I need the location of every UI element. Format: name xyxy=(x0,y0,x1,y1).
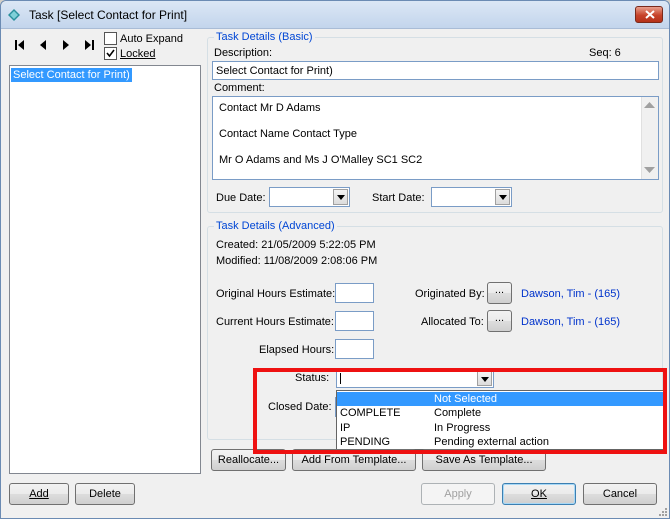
tree-item-selected[interactable]: Select Contact for Print) xyxy=(11,68,132,82)
description-input[interactable]: Select Contact for Print) xyxy=(212,61,659,80)
task-tree[interactable]: Select Contact for Print) xyxy=(9,65,201,474)
chevron-down-icon xyxy=(481,377,489,382)
elapsed-hours-input[interactable] xyxy=(335,339,374,359)
option-desc: Pending external action xyxy=(434,436,549,448)
resize-grip-icon[interactable] xyxy=(657,506,667,516)
ok-button[interactable]: OK xyxy=(502,483,576,505)
auto-expand-label: Auto Expand xyxy=(120,33,183,45)
last-record-icon[interactable] xyxy=(84,39,94,51)
scroll-down-icon[interactable] xyxy=(644,167,655,173)
window-title: Task [Select Contact for Print] xyxy=(29,8,188,22)
option-code: PENDING xyxy=(340,436,391,448)
auto-expand-checkbox[interactable] xyxy=(104,32,117,45)
save-as-template-button[interactable]: Save As Template... xyxy=(422,449,546,471)
current-hours-label: Current Hours Estimate: xyxy=(216,316,334,328)
originated-by-link[interactable]: Dawson, Tim - (165) xyxy=(521,288,620,300)
status-select[interactable] xyxy=(336,369,494,388)
elapsed-hours-label: Elapsed Hours: xyxy=(259,344,335,356)
comment-textarea[interactable]: Contact Mr D Adams Contact Name Contact … xyxy=(212,96,659,180)
status-option-complete[interactable]: COMPLETE Complete xyxy=(337,406,665,420)
task-window: Task [Select Contact for Print] Auto Exp… xyxy=(0,0,670,519)
comment-line: Contact Mr D Adams xyxy=(219,102,321,114)
scroll-up-icon[interactable] xyxy=(644,102,655,108)
due-date-picker[interactable] xyxy=(269,187,350,207)
option-code: IP xyxy=(340,422,351,434)
status-option-in-progress[interactable]: IP In Progress xyxy=(337,421,665,435)
seq-label: Seq: 6 xyxy=(589,47,621,59)
originated-by-label: Originated By: xyxy=(415,288,485,300)
option-code: COMPLETE xyxy=(340,407,401,419)
next-record-icon[interactable] xyxy=(61,39,71,51)
add-button[interactable]: Add xyxy=(9,483,69,505)
option-desc: In Progress xyxy=(434,422,491,434)
due-date-label: Due Date: xyxy=(216,192,266,204)
add-from-template-button[interactable]: Add From Template... xyxy=(292,449,416,471)
first-record-icon[interactable] xyxy=(15,39,25,51)
status-options-list[interactable]: Not Selected COMPLETE Complete IP In Pro… xyxy=(336,390,666,450)
created-timestamp: Created: 21/05/2009 5:22:05 PM xyxy=(216,239,376,251)
close-icon xyxy=(645,10,655,19)
allocated-to-label: Allocated To: xyxy=(421,316,484,328)
checkmark-icon xyxy=(106,49,115,58)
option-desc: Not Selected xyxy=(434,393,497,405)
delete-button[interactable]: Delete xyxy=(75,483,135,505)
locked-label: Locked xyxy=(120,48,156,60)
originated-by-browse-button[interactable]: ... xyxy=(487,282,512,304)
comment-scrollbar[interactable] xyxy=(641,97,658,179)
cancel-button[interactable]: Cancel xyxy=(583,483,657,505)
description-label: Description: xyxy=(214,47,273,59)
modified-timestamp: Modified: 11/08/2009 2:08:06 PM xyxy=(216,255,378,267)
apply-button[interactable]: Apply xyxy=(421,483,495,505)
close-button[interactable] xyxy=(635,6,663,23)
comment-line: Mr O Adams and Ms J O'Malley SC1 SC2 xyxy=(219,154,423,166)
basic-group-title: Task Details (Basic) xyxy=(214,31,315,44)
allocated-to-link[interactable]: Dawson, Tim - (165) xyxy=(521,316,620,328)
start-date-label: Start Date: xyxy=(372,192,425,204)
locked-checkbox[interactable] xyxy=(104,47,117,60)
task-app-icon xyxy=(8,9,20,21)
original-hours-input[interactable] xyxy=(335,283,374,303)
option-desc: Complete xyxy=(434,407,482,419)
start-date-dropdown[interactable] xyxy=(495,189,510,205)
chevron-down-icon xyxy=(499,195,507,200)
previous-record-icon[interactable] xyxy=(38,39,48,51)
reallocate-button[interactable]: Reallocate... xyxy=(211,449,286,471)
status-label: Status: xyxy=(295,372,330,384)
original-hours-label: Original Hours Estimate: xyxy=(216,288,336,300)
comment-line: Contact Name Contact Type xyxy=(219,128,357,140)
start-date-picker[interactable] xyxy=(431,187,512,207)
allocated-to-browse-button[interactable]: ... xyxy=(487,310,512,332)
status-option-pending[interactable]: PENDING Pending external action xyxy=(337,435,665,449)
text-caret xyxy=(340,373,341,384)
description-value: Select Contact for Print) xyxy=(216,65,333,77)
closed-date-label: Closed Date: xyxy=(268,401,332,413)
due-date-dropdown[interactable] xyxy=(333,189,348,205)
title-bar[interactable]: Task [Select Contact for Print] xyxy=(1,1,669,29)
comment-label: Comment: xyxy=(214,82,265,94)
current-hours-input[interactable] xyxy=(335,311,374,331)
advanced-group-title: Task Details (Advanced) xyxy=(214,220,337,233)
status-option-not-selected[interactable]: Not Selected xyxy=(337,392,665,406)
status-dropdown-button[interactable] xyxy=(477,371,492,386)
chevron-down-icon xyxy=(337,195,345,200)
